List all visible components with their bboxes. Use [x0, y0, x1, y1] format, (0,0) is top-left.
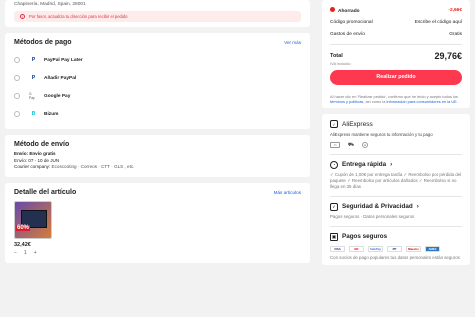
- quantity-value[interactable]: 1: [24, 250, 27, 256]
- google-pay-icon: G Pay: [29, 92, 35, 100]
- delivery-text: ✓ Cupón de 1,00€ por entrega tardía ✓ Re…: [330, 171, 462, 189]
- chevron-right-icon: ›: [390, 161, 393, 169]
- radio-button[interactable]: [14, 93, 20, 99]
- security-title: Seguridad & Privacidad: [342, 203, 413, 211]
- payment-more-link[interactable]: Ver más: [284, 40, 301, 45]
- secure-pay-header: ▣ Pagos seguros: [330, 232, 462, 241]
- aliexpress-card: ✓ AliExpress AliExpress mantiene seguros…: [322, 114, 470, 265]
- saved-icon: [330, 6, 335, 12]
- saved-value: -2,66€: [448, 7, 462, 13]
- courier-list: Ecoscooting · Correos · CTT · GLS , etc.: [51, 164, 135, 169]
- radio-button[interactable]: [14, 75, 20, 81]
- saved-label: Ahorrado: [338, 8, 360, 14]
- paypal-icon: PP: [387, 245, 402, 252]
- promo-label: Código promocional: [330, 19, 373, 25]
- payment-option-label: PayPal Pay Later: [44, 57, 83, 63]
- right-column: Ahorrado -2,66€ Código promocional Escri…: [322, 0, 470, 271]
- minus-button[interactable]: −: [14, 250, 17, 256]
- terms-link[interactable]: términos y políticas: [330, 99, 363, 104]
- total-row: Total 29,76€: [330, 51, 462, 61]
- address-card: Chapinería, Madrid, Spain, 28001 ! Por f…: [5, 0, 310, 27]
- items-card: Detalle del artículo Más artículos 60% 3…: [5, 183, 310, 263]
- payment-list: P PayPal Pay Later P Añadir PayPal G Pay…: [14, 51, 301, 123]
- payment-title: Métodos de pago: [14, 39, 72, 46]
- aliexpress-desc: AliExpress mantiene seguros tu informaci…: [330, 132, 433, 137]
- total-label: Total: [330, 52, 343, 59]
- payment-logos: VISA MC SafePay PP Maestro AMEX: [330, 245, 462, 252]
- maestro-icon: Maestro: [406, 245, 421, 252]
- payment-option-add-paypal[interactable]: P Añadir PayPal: [14, 69, 301, 87]
- shipping-fee-row: Gastos de envío Gratis: [330, 28, 462, 40]
- items-more-link[interactable]: Más artículos: [274, 190, 301, 195]
- address-line: Chapinería, Madrid, Spain, 28001: [14, 2, 86, 7]
- divider: [330, 226, 462, 227]
- aliexpress-header: ✓ AliExpress: [330, 120, 462, 128]
- address-warning: ! Por favor, actualiza tu dirección para…: [14, 11, 301, 22]
- shield-icon: ✓: [330, 120, 338, 128]
- bizum-icon: B: [31, 111, 36, 117]
- security-text: Pagos seguros · Datos personales seguros: [330, 213, 415, 219]
- aliexpress-brand: AliExpress: [342, 120, 373, 128]
- paypal-icon: P: [31, 75, 36, 81]
- legal-text: Al hacer clic en 'Realizar pedido', conf…: [330, 94, 462, 104]
- discount-badge: 60%: [16, 225, 31, 231]
- product-price: 32,42€: [14, 242, 31, 248]
- payment-option-label: Google Pay: [44, 93, 71, 99]
- card-icon: ▭: [330, 142, 340, 148]
- chevron-right-icon: ›: [416, 203, 419, 211]
- payment-option-bizum[interactable]: B Bizum: [14, 105, 301, 123]
- delivery-title: Entrega rápida: [342, 161, 387, 169]
- paypal-icon: P: [31, 57, 36, 63]
- legal-text-2: , así como la: [363, 98, 386, 104]
- shipping-title: Método de envío: [14, 141, 70, 148]
- promo-input[interactable]: Escribe el código aquí: [415, 20, 462, 25]
- info-icon: !: [20, 14, 25, 19]
- payment-option-google-pay[interactable]: G Pay Google Pay: [14, 87, 301, 105]
- address-warning-text: Por favor, actualiza tu dirección para r…: [29, 14, 128, 19]
- security-header[interactable]: ✓ Seguridad & Privacidad ›: [330, 202, 462, 211]
- eu-info-link[interactable]: información para consumidores en la UE.: [386, 99, 457, 104]
- shipping-couriers: Courier company: Ecoscooting · Correos ·…: [14, 164, 301, 171]
- secure-pay-title: Pagos seguros: [342, 233, 388, 241]
- payment-option-label: Bizum: [44, 111, 59, 117]
- divider: [330, 196, 462, 197]
- left-column: Chapinería, Madrid, Spain, 28001 ! Por f…: [5, 0, 310, 269]
- total-value: 29,76€: [434, 50, 462, 61]
- plus-button[interactable]: +: [34, 250, 37, 256]
- clock-icon: ◔: [330, 160, 338, 169]
- visa-icon: VISA: [330, 245, 345, 252]
- mastercard-icon: MC: [349, 245, 364, 252]
- payment-card: Métodos de pago Ver más P PayPal Pay Lat…: [5, 33, 310, 129]
- saved-row: Ahorrado -2,66€: [330, 4, 462, 16]
- promo-row[interactable]: Código promocional Escribe el código aqu…: [330, 16, 462, 28]
- secure-pay-text: Con socios de pago populares tus datos p…: [330, 254, 460, 260]
- security-badges: ▭ ⛟ ●: [330, 142, 462, 148]
- shipping-fee-value: Gratis: [449, 31, 462, 37]
- saved-label-wrap: Ahorrado: [330, 6, 360, 14]
- order-summary: Ahorrado -2,66€ Código promocional Escri…: [322, 0, 470, 108]
- divider: [330, 154, 462, 155]
- items-title: Detalle del artículo: [14, 189, 77, 196]
- shipping-card: Método de envío Envío: Envío gratis Enví…: [5, 135, 310, 177]
- courier-prefix: Courier company:: [14, 164, 51, 169]
- divider: [330, 44, 462, 45]
- amex-icon: AMEX: [425, 245, 440, 252]
- place-order-button[interactable]: Realizar pedido: [330, 69, 462, 85]
- truck-icon: ⛟: [347, 141, 355, 148]
- payment-option-paypal-later[interactable]: P PayPal Pay Later: [14, 51, 301, 69]
- shipping-fee-label: Gastos de envío: [330, 31, 365, 37]
- product-thumbnail[interactable]: 60%: [14, 201, 52, 239]
- safepay-icon: SafePay: [368, 245, 383, 252]
- radio-button[interactable]: [14, 111, 20, 117]
- payment-option-label: Añadir PayPal: [44, 75, 77, 81]
- lock-icon: ▣: [330, 232, 338, 241]
- shield-check-icon: ✓: [330, 202, 338, 211]
- vat-note: IVA incluido: [330, 60, 351, 66]
- delivery-header[interactable]: ◔ Entrega rápida ›: [330, 160, 462, 169]
- quantity-stepper: − 1 +: [14, 250, 301, 256]
- lock-icon: ●: [362, 142, 368, 148]
- radio-button[interactable]: [14, 57, 20, 63]
